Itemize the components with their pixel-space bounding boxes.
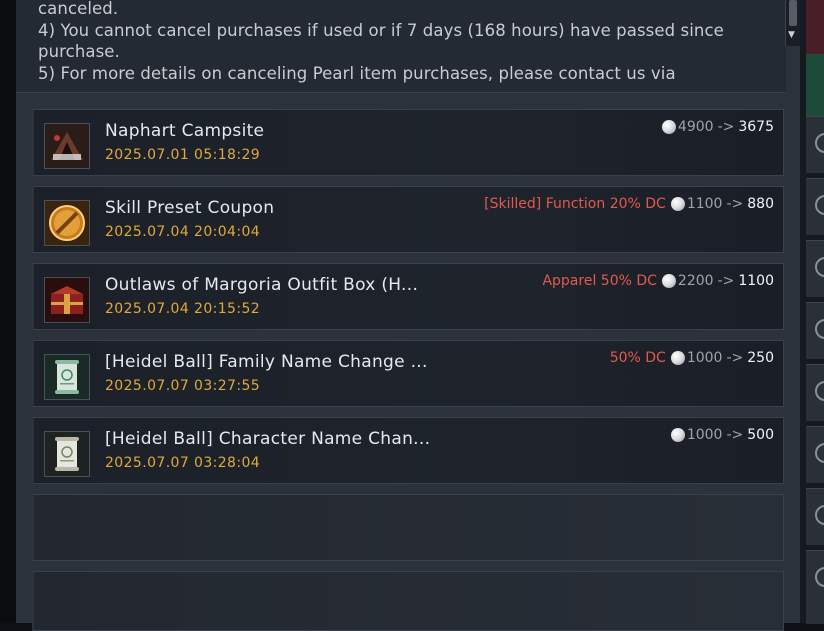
cancellation-notice: canceled. 4) You cannot cancel purchases… xyxy=(16,0,786,93)
item-name: Naphart Campsite xyxy=(105,121,265,141)
circle-icon xyxy=(815,381,824,401)
sidebar-button[interactable] xyxy=(806,488,824,545)
purchase-date: 2025.07.04 20:04:04 xyxy=(105,224,261,240)
circle-icon xyxy=(815,133,824,153)
pearl-icon xyxy=(670,428,685,442)
purchase-item[interactable]: Outlaws of Margoria Outfit Box (H... 202… xyxy=(32,263,784,330)
price-arrow: -> xyxy=(717,119,735,135)
item-name: Skill Preset Coupon xyxy=(105,198,275,218)
original-price: 1000 xyxy=(686,427,723,443)
pearl-icon xyxy=(661,274,676,288)
notice-scrollbar[interactable]: ▼ xyxy=(785,0,801,46)
circle-icon xyxy=(815,567,824,587)
original-price: 4900 xyxy=(677,119,714,135)
final-price: 3675 xyxy=(738,119,774,135)
sidebar-button[interactable] xyxy=(806,116,824,173)
scroll-icon xyxy=(44,354,90,400)
final-price: 500 xyxy=(747,427,774,443)
pearl-icon xyxy=(670,351,685,365)
scrollbar-thumb[interactable] xyxy=(789,0,797,26)
circle-icon xyxy=(815,319,824,339)
sidebar-button[interactable] xyxy=(806,426,824,483)
circle-icon xyxy=(815,257,824,277)
price-info: 1000 -> 500 xyxy=(670,427,774,443)
purchase-item[interactable]: Skill Preset Coupon 2025.07.04 20:04:04 … xyxy=(32,186,784,253)
scroll-down-icon[interactable]: ▼ xyxy=(788,30,795,40)
notice-line: purchase. xyxy=(38,42,120,61)
skill-coupon-icon xyxy=(44,200,90,246)
sidebar-button[interactable] xyxy=(806,550,824,624)
notice-line: 4) You cannot cancel purchases if used o… xyxy=(38,20,724,40)
purchase-date: 2025.07.07 03:27:55 xyxy=(105,378,261,394)
final-price: 1100 xyxy=(738,273,774,289)
original-price: 2200 xyxy=(677,273,714,289)
purchase-item[interactable]: [Heidel Ball] Character Name Chan... 202… xyxy=(32,417,784,484)
original-price: 1100 xyxy=(686,196,723,212)
pearl-icon xyxy=(670,197,685,211)
discount-label: [Skilled] Function 20% DC xyxy=(484,196,666,212)
campsite-icon xyxy=(44,123,90,169)
purchase-item[interactable]: Naphart Campsite 2025.07.01 05:18:29 490… xyxy=(32,109,784,176)
price-info: 50% DC 1000 -> 250 xyxy=(610,350,774,366)
scroll-icon xyxy=(44,431,90,477)
pearl-icon xyxy=(661,120,676,134)
discount-label: Apparel 50% DC xyxy=(542,273,657,289)
left-edge xyxy=(0,0,16,623)
purchase-date: 2025.07.07 03:28:04 xyxy=(105,455,261,471)
empty-purchase-slot xyxy=(32,494,784,561)
item-name: [Heidel Ball] Family Name Change ... xyxy=(105,352,428,372)
sidebar-button[interactable] xyxy=(806,364,824,421)
sidebar-tab[interactable] xyxy=(806,54,824,116)
price-info: 4900 -> 3675 xyxy=(661,119,774,135)
circle-icon xyxy=(815,443,824,463)
sidebar-button[interactable] xyxy=(806,302,824,359)
outfit-box-icon xyxy=(44,277,90,323)
sidebar-tab[interactable] xyxy=(806,0,824,54)
item-name: [Heidel Ball] Character Name Chan... xyxy=(105,429,431,449)
price-info: [Skilled] Function 20% DC 1100 -> 880 xyxy=(484,196,774,212)
price-arrow: -> xyxy=(726,196,744,212)
final-price: 880 xyxy=(747,196,774,212)
price-arrow: -> xyxy=(726,427,744,443)
original-price: 1000 xyxy=(686,350,723,366)
price-info: Apparel 50% DC 2200 -> 1100 xyxy=(542,273,774,289)
sidebar-button[interactable] xyxy=(806,178,824,235)
price-arrow: -> xyxy=(717,273,735,289)
purchase-date: 2025.07.01 05:18:29 xyxy=(105,147,261,163)
notice-line: 5) For more details on canceling Pearl i… xyxy=(38,63,676,83)
purchase-item[interactable]: [Heidel Ball] Family Name Change ... 202… xyxy=(32,340,784,407)
final-price: 250 xyxy=(747,350,774,366)
empty-purchase-slot xyxy=(32,571,784,631)
discount-label: 50% DC xyxy=(609,350,666,366)
circle-icon xyxy=(815,505,824,525)
purchase-date: 2025.07.04 20:15:52 xyxy=(105,301,261,317)
item-name: Outlaws of Margoria Outfit Box (H... xyxy=(105,275,419,295)
price-arrow: -> xyxy=(726,350,744,366)
circle-icon xyxy=(815,195,824,215)
notice-line: canceled. xyxy=(38,0,119,18)
sidebar-button[interactable] xyxy=(806,240,824,297)
